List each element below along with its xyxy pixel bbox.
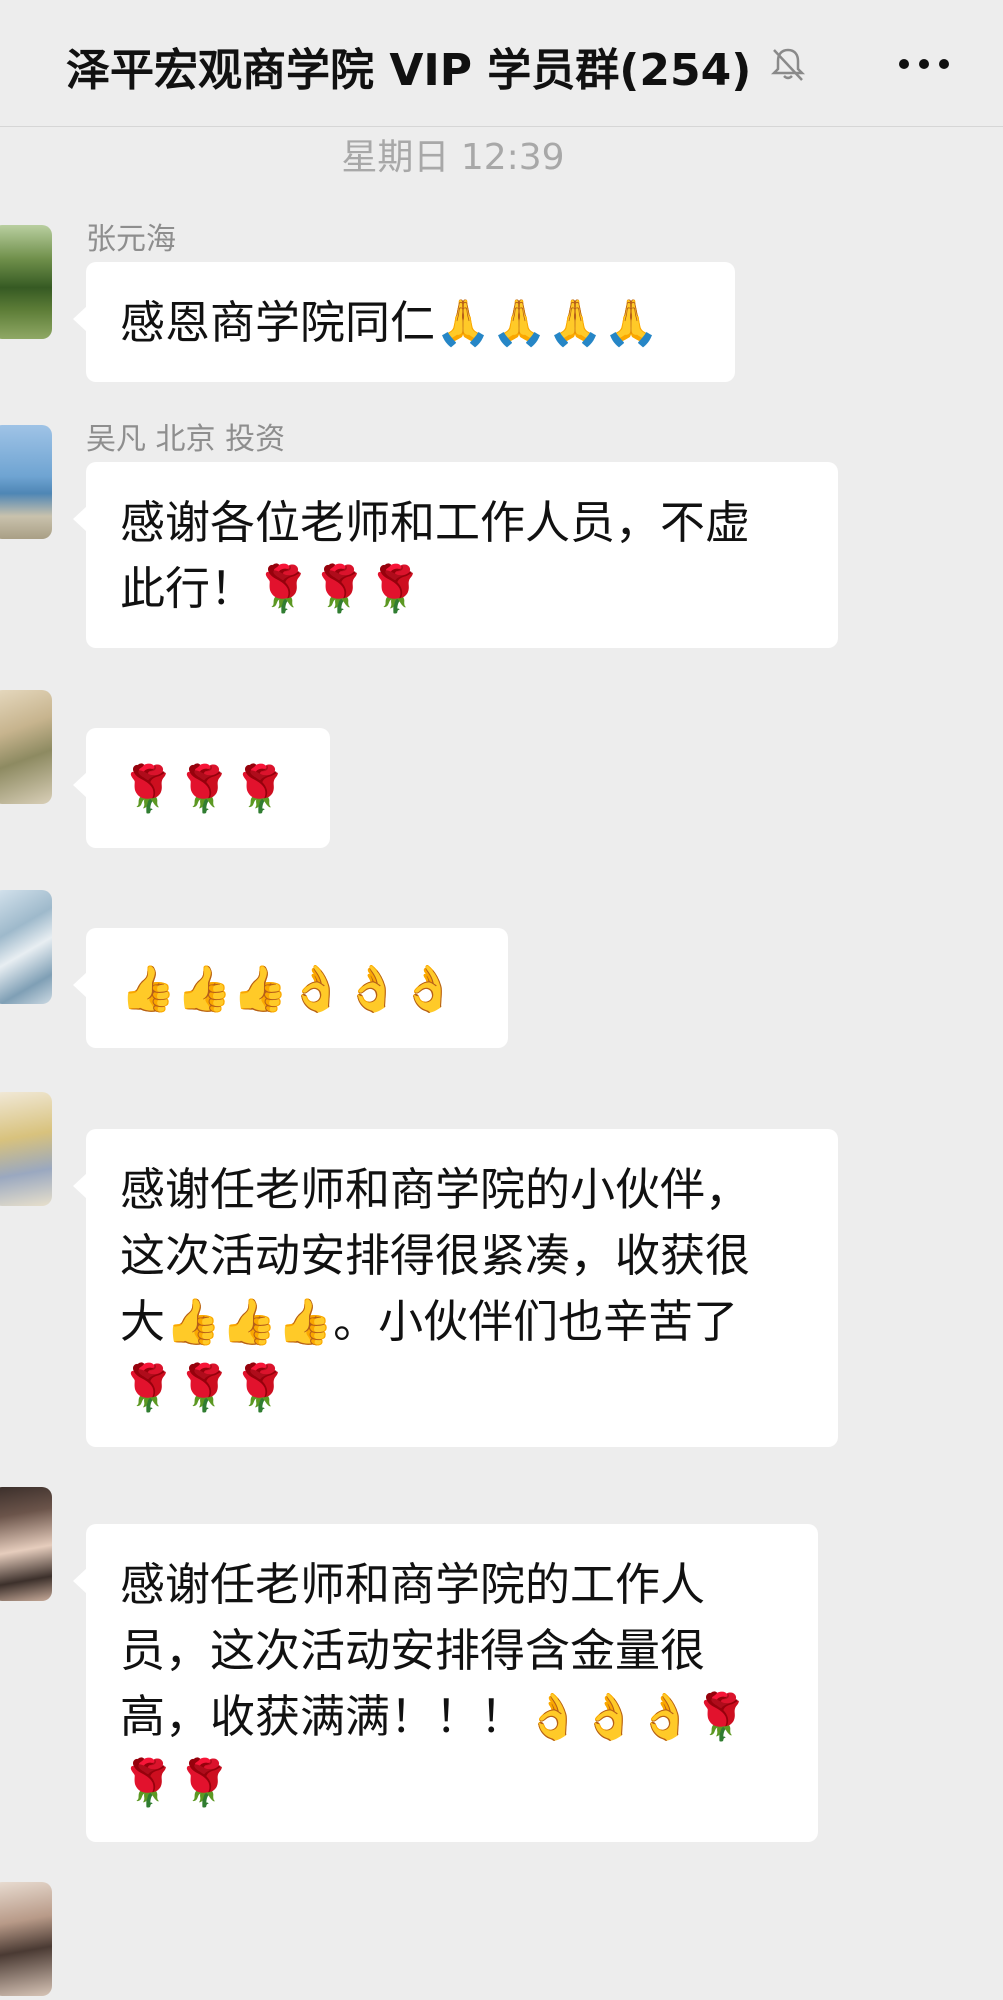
more-dots-icon[interactable] — [896, 44, 952, 84]
sender-name: 吴凡 北京 投资 — [86, 422, 286, 457]
avatar[interactable] — [0, 1882, 52, 1996]
avatar[interactable] — [0, 425, 52, 539]
sender-name: 张元海 — [86, 222, 176, 257]
message-timestamp: 星期日 12:39 — [341, 137, 565, 178]
message-bubble[interactable]: 感谢各位老师和工作人员，不虚 此行！🌹🌹🌹 — [73, 462, 838, 648]
avatar[interactable] — [0, 1487, 52, 1601]
chat-title[interactable]: 泽平宏观商学院 VIP 学员群(254) — [66, 34, 751, 98]
avatar[interactable] — [0, 690, 52, 804]
message-bubble[interactable]: 👍👍👍👌👌👌 — [73, 928, 508, 1048]
bell-slash-icon — [770, 48, 806, 81]
avatar[interactable] — [0, 890, 52, 1004]
message-bubble[interactable]: 感谢任老师和商学院的工作人 员，这次活动安排得含金量很 高，收获满满！！！👌👌👌… — [73, 1524, 818, 1842]
message-bubble[interactable]: 感谢任老师和商学院的小伙伴， 这次活动安排得很紧凑，收获很 大👍👍👍。小伙伴们也… — [73, 1129, 838, 1447]
avatar[interactable] — [0, 1092, 52, 1206]
chat-header: 泽平宏观商学院 VIP 学员群(254) — [0, 0, 1003, 127]
avatar[interactable] — [0, 225, 52, 339]
message-bubble[interactable]: 🌹🌹🌹 — [73, 728, 330, 848]
message-bubble[interactable]: 感恩商学院同仁🙏🙏🙏🙏 — [73, 262, 735, 382]
